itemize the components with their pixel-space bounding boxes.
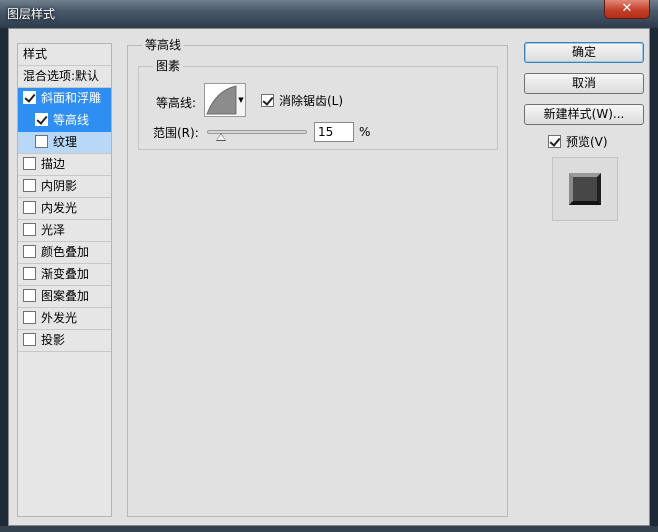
contour-curve-icon [206, 85, 237, 115]
range-unit: % [359, 125, 371, 139]
outer-glow-checkbox[interactable] [23, 311, 36, 324]
blending-options-item[interactable]: 混合选项:默认 [18, 66, 111, 88]
list-item-label: 颜色叠加 [41, 245, 90, 259]
preview-option[interactable]: 预览(V) [548, 133, 608, 150]
dialog-body: 样式 混合选项:默认 斜面和浮雕 等高线 纹理 描边 内阴影 内发光 光泽 颜色… [8, 28, 650, 526]
list-item-inner-shadow[interactable]: 内阴影 [18, 176, 111, 198]
bevel-emboss-checkbox[interactable] [23, 91, 36, 104]
elements-group: 图素 等高线: ▼ 消除锯齿(L) 范围(R): % [138, 59, 498, 150]
list-item-drop-shadow[interactable]: 投影 [18, 330, 111, 352]
list-item-texture[interactable]: 纹理 [18, 132, 111, 154]
preview-label: 预览(V) [566, 135, 608, 149]
list-item-label: 图案叠加 [41, 289, 90, 303]
list-item-stroke[interactable]: 描边 [18, 154, 111, 176]
list-item-satin[interactable]: 光泽 [18, 220, 111, 242]
contour-dropdown-arrow[interactable]: ▼ [237, 84, 245, 116]
range-label: 范围(R): [153, 126, 199, 140]
gradient-overlay-checkbox[interactable] [23, 267, 36, 280]
contour-picker[interactable]: ▼ [204, 83, 246, 117]
style-list: 样式 混合选项:默认 斜面和浮雕 等高线 纹理 描边 内阴影 内发光 光泽 颜色… [17, 43, 112, 517]
new-style-button[interactable]: 新建样式(W)... [524, 104, 644, 125]
list-item-label: 描边 [41, 157, 66, 171]
cancel-button[interactable]: 取消 [524, 73, 644, 94]
preview-swatch [569, 173, 601, 205]
contour-checkbox[interactable] [35, 113, 48, 126]
antialias-checkbox[interactable] [261, 94, 274, 107]
ok-button[interactable]: 确定 [524, 42, 644, 63]
contour-label: 等高线: [156, 96, 197, 110]
list-item-label: 投影 [41, 333, 66, 347]
style-list-header: 样式 [18, 44, 111, 66]
range-slider-thumb[interactable] [216, 133, 226, 141]
close-icon: ✕ [621, 1, 633, 16]
drop-shadow-checkbox[interactable] [23, 333, 36, 346]
texture-checkbox[interactable] [35, 135, 48, 148]
inner-glow-checkbox[interactable] [23, 201, 36, 214]
list-item-label: 内发光 [41, 201, 78, 215]
list-item-outer-glow[interactable]: 外发光 [18, 308, 111, 330]
window-title: 图层样式 [7, 7, 56, 21]
list-item-pattern-overlay[interactable]: 图案叠加 [18, 286, 111, 308]
list-item-label: 渐变叠加 [41, 267, 90, 281]
list-item-label: 斜面和浮雕 [41, 91, 102, 105]
contour-group: 等高线 图素 等高线: ▼ 消除锯齿(L) 范围(R): % [127, 38, 508, 517]
title-bar: 图层样式 ✕ [0, 0, 658, 28]
inner-shadow-checkbox[interactable] [23, 179, 36, 192]
contour-group-title: 等高线 [142, 38, 185, 52]
elements-group-title: 图素 [153, 59, 184, 73]
list-item-color-overlay[interactable]: 颜色叠加 [18, 242, 111, 264]
satin-checkbox[interactable] [23, 223, 36, 236]
list-item-bevel-emboss[interactable]: 斜面和浮雕 [18, 88, 111, 110]
color-overlay-checkbox[interactable] [23, 245, 36, 258]
close-button[interactable]: ✕ [604, 0, 650, 19]
list-item-label: 等高线 [53, 113, 90, 127]
pattern-overlay-checkbox[interactable] [23, 289, 36, 302]
antialias-option[interactable]: 消除锯齿(L) [261, 92, 343, 109]
preview-checkbox[interactable] [548, 135, 561, 148]
list-item-label: 外发光 [41, 311, 78, 325]
preview-thumbnail [552, 157, 618, 221]
list-item-label: 内阴影 [41, 179, 78, 193]
antialias-label: 消除锯齿(L) [279, 94, 344, 108]
list-item-gradient-overlay[interactable]: 渐变叠加 [18, 264, 111, 286]
list-item-label: 光泽 [41, 223, 66, 237]
stroke-checkbox[interactable] [23, 157, 36, 170]
window-frame-bottom [0, 526, 658, 532]
range-input[interactable] [314, 122, 354, 142]
list-item-inner-glow[interactable]: 内发光 [18, 198, 111, 220]
list-item-contour[interactable]: 等高线 [18, 110, 111, 132]
list-item-label: 纹理 [53, 135, 78, 149]
